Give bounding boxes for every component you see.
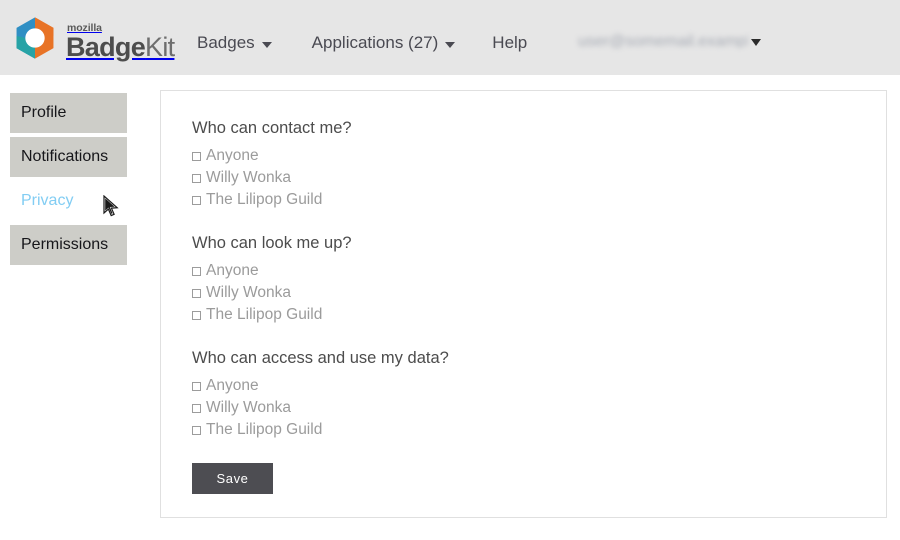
checkbox-data-anyone[interactable]	[192, 381, 201, 391]
option-row-data-lilipop-guild[interactable]: The Lilipop Guild	[192, 419, 886, 441]
sidebar-item-notifications[interactable]: Notifications	[10, 137, 127, 177]
nav-item-badges[interactable]: Badges	[197, 32, 272, 54]
checkbox-lookup-willy-wonka[interactable]	[192, 288, 201, 298]
chevron-down-icon	[751, 39, 761, 46]
option-row-lookup-willy-wonka[interactable]: Willy Wonka	[192, 282, 886, 304]
save-button[interactable]: Save	[192, 463, 273, 494]
option-label-lookup-willy-wonka: Willy Wonka	[206, 284, 291, 301]
option-row-contact-anyone[interactable]: Anyone	[192, 145, 886, 167]
option-label-contact-lilipop-guild: The Lilipop Guild	[206, 191, 323, 208]
question-title-contact: Who can contact me?	[192, 119, 352, 137]
top-navigation-bar: mozilla BadgeKit Badges Applications (27…	[0, 0, 900, 75]
question-group-lookup: Who can look me up? Anyone Willy Wonka T…	[192, 233, 886, 326]
user-email-masked: user@somemail.example	[578, 33, 748, 48]
option-row-contact-willy-wonka[interactable]: Willy Wonka	[192, 167, 886, 189]
chevron-down-icon	[261, 42, 272, 48]
checkbox-lookup-lilipop-guild[interactable]	[192, 310, 201, 320]
option-row-data-anyone[interactable]: Anyone	[192, 375, 886, 397]
privacy-settings-panel: Who can contact me? Anyone Willy Wonka T…	[160, 90, 887, 518]
option-row-lookup-anyone[interactable]: Anyone	[192, 260, 886, 282]
user-account-menu[interactable]: user@somemail.example	[578, 33, 761, 48]
option-label-data-willy-wonka: Willy Wonka	[206, 399, 291, 416]
option-label-data-lilipop-guild: The Lilipop Guild	[206, 421, 323, 438]
checkbox-contact-anyone[interactable]	[192, 151, 201, 161]
sidebar-item-privacy-label: Privacy	[21, 192, 74, 209]
nav-item-applications[interactable]: Applications (27)	[312, 32, 456, 54]
checkbox-data-lilipop-guild[interactable]	[192, 425, 201, 435]
option-label-lookup-lilipop-guild: The Lilipop Guild	[206, 306, 323, 323]
option-label-contact-willy-wonka: Willy Wonka	[206, 169, 291, 186]
checkbox-data-willy-wonka[interactable]	[192, 403, 201, 413]
sidebar-item-notifications-label: Notifications	[21, 148, 109, 165]
option-row-contact-lilipop-guild[interactable]: The Lilipop Guild	[192, 189, 886, 211]
checkbox-contact-lilipop-guild[interactable]	[192, 195, 201, 205]
option-row-lookup-lilipop-guild[interactable]: The Lilipop Guild	[192, 304, 886, 326]
primary-nav: Badges Applications (27) Help	[197, 32, 527, 54]
question-title-data-access: Who can access and use my data?	[192, 349, 449, 367]
badgekit-hexagon-logo-icon	[16, 17, 54, 59]
option-row-data-willy-wonka[interactable]: Willy Wonka	[192, 397, 886, 419]
option-label-lookup-anyone: Anyone	[206, 262, 259, 279]
settings-sidebar: Profile Notifications Privacy Permission…	[10, 93, 127, 269]
checkbox-lookup-anyone[interactable]	[192, 266, 201, 276]
privacy-settings-form: Who can contact me? Anyone Willy Wonka T…	[161, 91, 886, 494]
brand-wordmark: mozilla BadgeKit	[66, 23, 175, 62]
question-title-lookup: Who can look me up?	[192, 234, 352, 252]
chevron-down-icon	[445, 42, 456, 48]
sidebar-item-permissions-label: Permissions	[21, 236, 109, 253]
brand-product-kit: Kit	[145, 32, 175, 62]
checkbox-contact-willy-wonka[interactable]	[192, 173, 201, 183]
sidebar-item-profile-label: Profile	[21, 104, 67, 121]
nav-item-applications-label: Applications (27)	[311, 33, 439, 52]
brand-product-name: BadgeKit	[66, 32, 175, 62]
sidebar-item-permissions[interactable]: Permissions	[10, 225, 127, 265]
nav-item-help-label: Help	[492, 33, 528, 52]
question-group-contact: Who can contact me? Anyone Willy Wonka T…	[192, 118, 886, 211]
option-label-contact-anyone: Anyone	[206, 147, 259, 164]
brand-product-badge: Badge	[66, 32, 146, 62]
question-group-data-access: Who can access and use my data? Anyone W…	[192, 348, 886, 441]
nav-item-badges-label: Badges	[197, 33, 255, 52]
sidebar-item-privacy[interactable]: Privacy	[10, 181, 127, 221]
brand-logo-link[interactable]: mozilla BadgeKit	[13, 16, 175, 62]
sidebar-item-profile[interactable]: Profile	[10, 93, 127, 133]
option-label-data-anyone: Anyone	[206, 377, 259, 394]
nav-item-help[interactable]: Help	[492, 32, 527, 54]
